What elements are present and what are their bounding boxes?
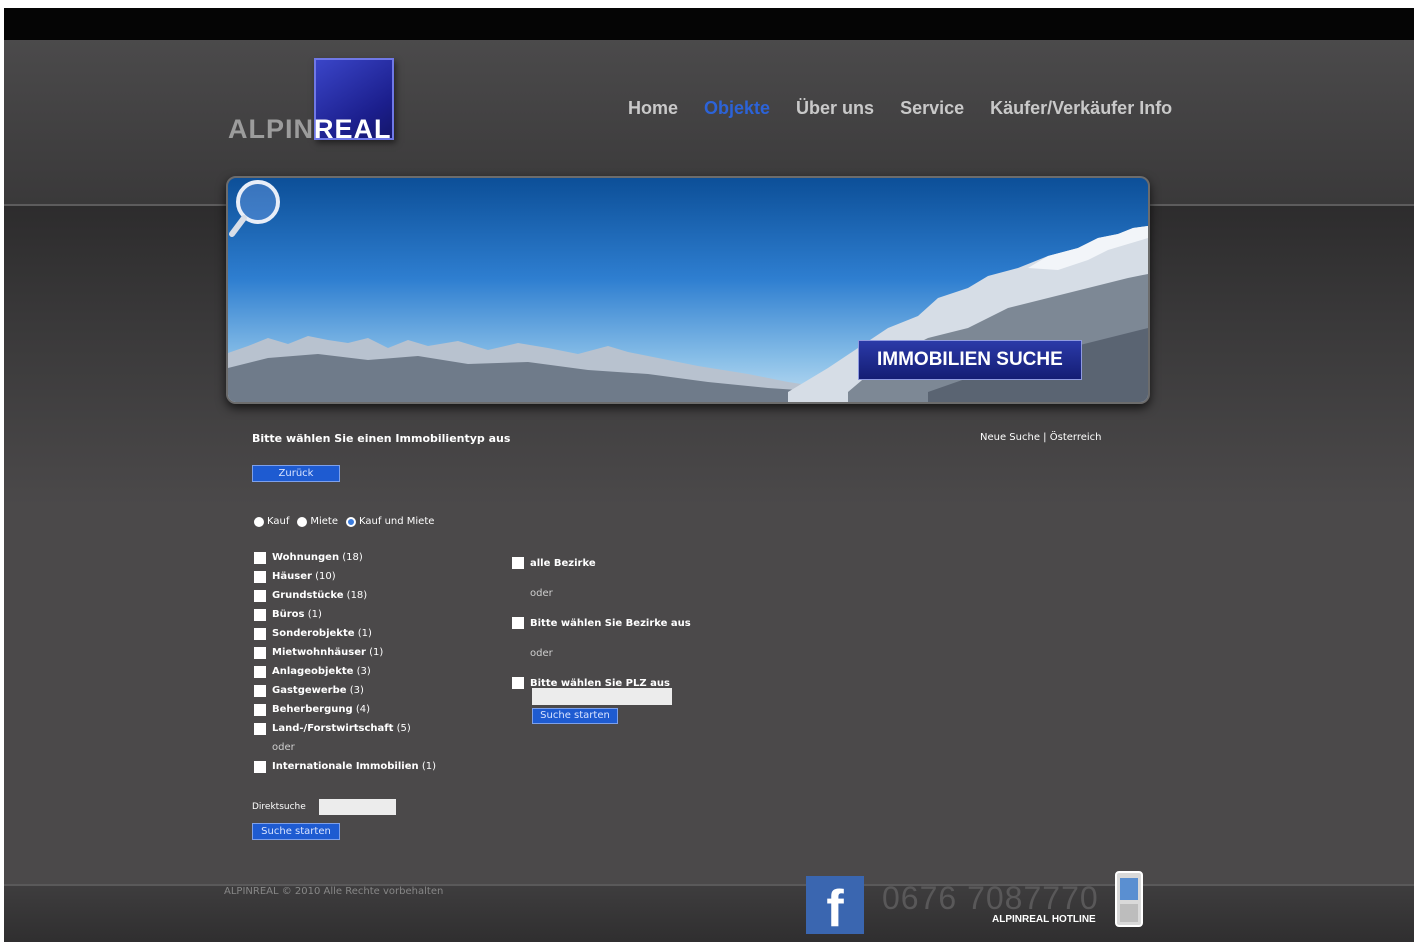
direct-search-label: Direktsuche [252, 802, 306, 812]
type-count: (18) [342, 552, 363, 563]
type-label: Sonderobjekte [272, 628, 355, 639]
type-label: Wohnungen [272, 552, 340, 563]
radio-dot-selected [346, 516, 357, 527]
mobile-phone-icon [1115, 871, 1143, 927]
nav-objekte[interactable]: Objekte [704, 98, 770, 119]
checkbox[interactable] [254, 570, 266, 583]
checkbox[interactable] [254, 627, 266, 640]
hotline-label: ALPINREAL HOTLINE [992, 914, 1096, 925]
country-link[interactable]: Österreich [1050, 432, 1102, 443]
all-districts-label: alle Bezirke [530, 557, 596, 569]
type-haeuser[interactable]: Häuser (10) [254, 567, 436, 586]
nav-kaeufer-verkaeufer-info[interactable]: Käufer/Verkäufer Info [990, 98, 1172, 119]
property-type-list: Wohnungen (18) Häuser (10) Grundstücke (… [254, 548, 436, 776]
radio-dot [254, 516, 264, 527]
checkbox[interactable] [254, 684, 266, 697]
nav-home[interactable]: Home [628, 98, 678, 119]
region-search-button[interactable]: Suche starten [532, 708, 618, 724]
type-label: Häuser [272, 571, 312, 582]
type-label: Beherbergung [272, 704, 353, 715]
checkbox[interactable] [512, 677, 524, 689]
choose-districts-option[interactable]: Bitte wählen Sie Bezirke aus [512, 608, 691, 638]
type-count: (5) [396, 723, 411, 734]
checkbox[interactable] [254, 722, 266, 735]
type-label: Gastgewerbe [272, 685, 347, 696]
type-count: (18) [346, 590, 368, 601]
direct-search-input[interactable] [319, 799, 396, 815]
type-count: (1) [369, 647, 384, 658]
checkbox[interactable] [254, 760, 266, 773]
type-count: (1) [307, 609, 322, 620]
magnifier-icon [229, 180, 280, 237]
type-label: Internationale Immobilien [272, 761, 419, 772]
radio-kauf[interactable]: Kauf [254, 516, 289, 527]
checkbox[interactable] [512, 617, 524, 629]
type-mietwohnhaeuser[interactable]: Mietwohnhäuser (1) [254, 643, 436, 662]
type-count: (1) [421, 761, 436, 772]
hotline-number: 0676 7087770 [882, 880, 1099, 916]
type-count: (10) [315, 571, 336, 582]
banner-title: IMMOBILIEN SUCHE [858, 340, 1082, 380]
search-heading: Bitte wählen Sie einen Immobilientyp aus [252, 432, 511, 445]
transaction-mode-radios: Kauf Miete Kauf und Miete [254, 516, 434, 527]
facebook-icon[interactable]: f [806, 876, 864, 938]
type-label: Anlageobjekte [272, 666, 354, 677]
type-bueros[interactable]: Büros (1) [254, 605, 436, 624]
plz-input[interactable] [532, 688, 672, 705]
type-count: (3) [349, 685, 364, 696]
checkbox[interactable] [512, 557, 524, 569]
checkbox[interactable] [254, 608, 266, 621]
choose-districts-label: Bitte wählen Sie Bezirke aus [530, 617, 691, 629]
radio-kauf-label: Kauf [267, 516, 290, 527]
checkbox[interactable] [254, 646, 266, 659]
choose-plz-label: Bitte wählen Sie PLZ aus [530, 677, 670, 689]
logo-text-light: ALPIN [228, 114, 314, 144]
nav-service[interactable]: Service [900, 98, 964, 119]
new-search-link[interactable]: Neue Suche [980, 432, 1040, 443]
hero-banner: IMMOBILIEN SUCHE [226, 176, 1150, 404]
region-or-label: oder [530, 587, 553, 599]
radio-miete[interactable]: Miete [297, 516, 338, 527]
all-districts-option[interactable]: alle Bezirke [512, 548, 691, 578]
type-anlageobjekte[interactable]: Anlageobjekte (3) [254, 662, 436, 681]
type-land-forstwirtschaft[interactable]: Land-/Forstwirtschaft (5) [254, 719, 436, 738]
type-label: Büros [272, 609, 305, 620]
radio-miete-label: Miete [310, 516, 339, 527]
type-grundstuecke[interactable]: Grundstücke (18) [254, 586, 436, 605]
region-or-label: oder [530, 647, 553, 659]
logo-text: ALPINREAL [228, 114, 392, 145]
type-label: Land-/Forstwirtschaft [272, 723, 394, 734]
checkbox[interactable] [254, 665, 266, 678]
type-internationale-immobilien[interactable]: Internationale Immobilien (1) [254, 757, 436, 776]
nav-ueber-uns[interactable]: Über uns [796, 98, 874, 119]
type-beherbergung[interactable]: Beherbergung (4) [254, 700, 436, 719]
radio-kauf-und-miete[interactable]: Kauf und Miete [346, 516, 434, 527]
search-top-links: Neue Suche | Österreich [980, 432, 1101, 443]
region-filter: alle Bezirke oder Bitte wählen Sie Bezir… [512, 548, 691, 698]
radio-dot [297, 516, 308, 527]
type-wohnungen[interactable]: Wohnungen (18) [254, 548, 436, 567]
link-separator: | [1043, 432, 1047, 443]
checkbox[interactable] [254, 589, 266, 602]
radio-kauf-und-miete-label: Kauf und Miete [359, 516, 435, 527]
checkbox[interactable] [254, 703, 266, 716]
type-count: (3) [356, 666, 371, 677]
type-sonderobjekte[interactable]: Sonderobjekte (1) [254, 624, 436, 643]
back-button[interactable]: Zurück [252, 465, 340, 482]
type-label: Grundstücke [272, 590, 344, 601]
page-frame [4, 8, 1414, 942]
type-count: (1) [357, 628, 372, 639]
top-bar [4, 8, 1414, 40]
type-count: (4) [355, 704, 371, 715]
footer [4, 884, 1414, 942]
logo-text-bold: REAL [314, 114, 392, 144]
logo[interactable]: ALPINREAL [228, 58, 398, 150]
direct-search-button[interactable]: Suche starten [252, 823, 340, 840]
types-or-label: oder [272, 742, 295, 753]
type-gastgewerbe[interactable]: Gastgewerbe (3) [254, 681, 436, 700]
copyright-text: ALPINREAL © 2010 Alle Rechte vorbehalten [224, 886, 444, 897]
checkbox[interactable] [254, 551, 266, 564]
type-label: Mietwohnhäuser [272, 647, 366, 658]
main-nav: Home Objekte Über uns Service Käufer/Ver… [628, 98, 1172, 119]
